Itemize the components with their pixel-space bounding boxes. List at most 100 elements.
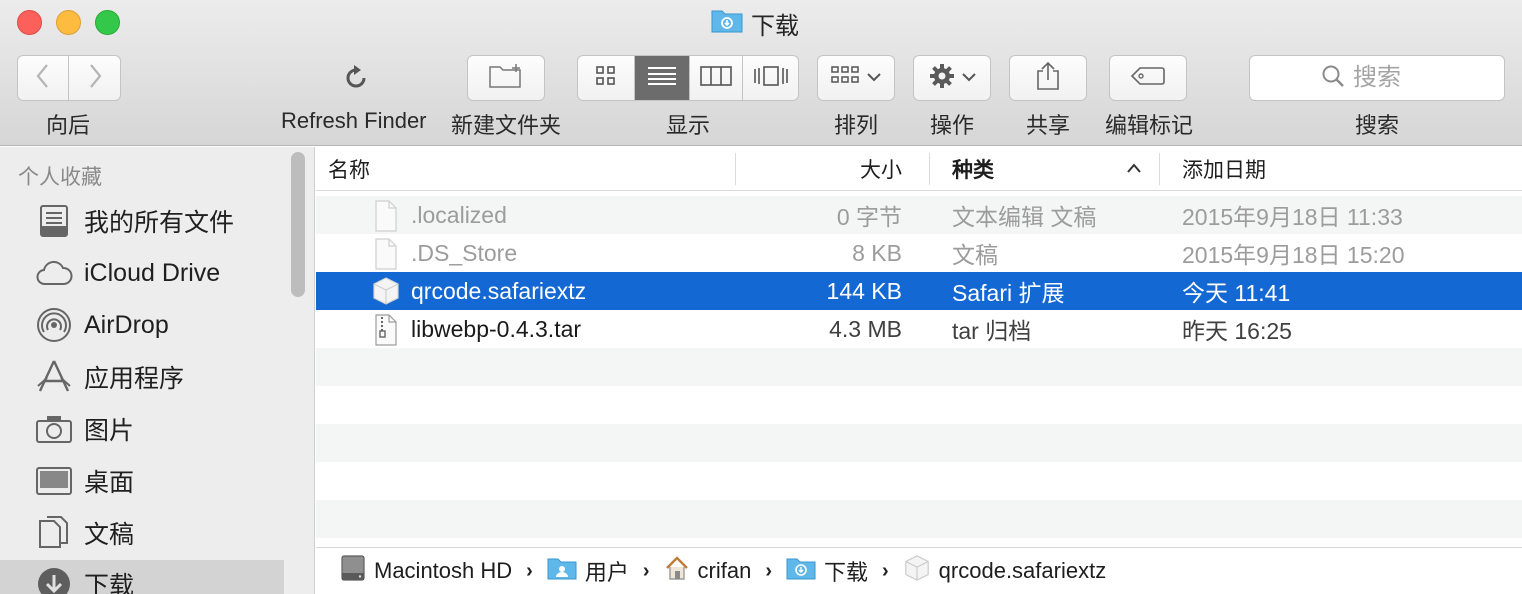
chevron-down-icon	[962, 69, 976, 87]
file-date-added: 今天 11:41	[1182, 280, 1291, 306]
share-label: 共享	[1026, 113, 1071, 138]
path-segment-file[interactable]: qrcode.safariextz	[903, 554, 1107, 588]
action-label: 操作	[930, 113, 975, 138]
path-separator: ›	[765, 559, 772, 582]
sidebar-item-label: 我的所有文件	[84, 209, 235, 237]
sidebar-item-downloads[interactable]: 下载	[0, 560, 284, 594]
new-folder-button[interactable]	[467, 55, 545, 101]
sidebar-scrollbar[interactable]	[291, 152, 305, 297]
file-row[interactable]: .localized 0 字节 文本编辑 文稿 2015年9月18日 11:33	[316, 196, 1522, 234]
file-kind: 文稿	[952, 242, 998, 268]
search-input[interactable]	[1353, 64, 1433, 92]
edit-tags-button[interactable]	[1109, 55, 1187, 101]
arrange-grid-icon	[831, 65, 861, 92]
sidebar-item-label: AirDrop	[84, 310, 169, 339]
sidebar: 个人收藏 我的所有文件 iCloud Drive AirDrop 应用程序 图片…	[0, 147, 315, 594]
sidebar-section-favorites: 个人收藏	[18, 166, 102, 189]
path-segment-label: Macintosh HD	[374, 558, 513, 583]
column-header-date-label: 添加日期	[1182, 159, 1266, 182]
column-view-button[interactable]	[690, 56, 743, 100]
download-icon	[34, 564, 74, 594]
chevron-right-icon	[87, 63, 103, 94]
sort-ascending-icon	[1126, 161, 1142, 179]
airdrop-icon	[34, 305, 74, 345]
close-window-button[interactable]	[17, 10, 42, 35]
view-mode-control	[577, 55, 799, 101]
downloads-folder-icon	[786, 556, 816, 586]
document-icon	[371, 200, 401, 232]
sidebar-item-documents[interactable]: 文稿	[0, 509, 284, 557]
safari-extension-icon	[903, 554, 931, 588]
window-title-text: 下载	[751, 12, 799, 40]
share-icon	[1036, 61, 1060, 96]
applications-icon	[34, 357, 74, 397]
file-list: 名称 大小 种类 添加日期 .localized 0 字节 文本编辑 文稿 20…	[316, 147, 1522, 547]
share-button[interactable]	[1009, 55, 1087, 101]
path-segment-downloads[interactable]: 下载	[786, 555, 868, 587]
refresh-button[interactable]	[341, 63, 371, 98]
file-row[interactable]: libwebp-0.4.3.tar 4.3 MB tar 归档 昨天 16:25	[316, 310, 1522, 348]
refresh-label: Refresh Finder	[281, 108, 427, 133]
desktop-icon	[34, 461, 74, 501]
list-icon	[647, 66, 677, 91]
sidebar-item-applications[interactable]: 应用程序	[0, 353, 284, 401]
sidebar-item-icloud-drive[interactable]: iCloud Drive	[0, 249, 284, 297]
cloud-icon	[34, 253, 74, 293]
minimize-window-button[interactable]	[56, 10, 81, 35]
gear-icon	[928, 62, 956, 95]
sidebar-item-desktop[interactable]: 桌面	[0, 457, 284, 505]
path-segment-macintosh-hd[interactable]: Macintosh HD	[340, 554, 512, 588]
chevron-left-icon	[35, 63, 51, 94]
sidebar-item-label: 应用程序	[84, 365, 185, 393]
grid-icon	[595, 65, 617, 92]
icon-view-button[interactable]	[578, 56, 635, 100]
chevron-down-icon	[867, 69, 881, 87]
sidebar-item-all-my-files[interactable]: 我的所有文件	[0, 197, 284, 245]
file-name: .DS_Store	[411, 239, 518, 266]
file-size: 0 字节	[836, 204, 902, 230]
file-row[interactable]: .DS_Store 8 KB 文稿 2015年9月18日 15:20	[316, 234, 1522, 272]
path-segment-label: 用户	[584, 560, 629, 585]
arrange-label: 排列	[834, 113, 879, 138]
column-header-size[interactable]: 大小	[736, 147, 902, 191]
finder-window: 下载 向后 Refresh Finder 新建文件夹 显示 排列 操作 共享 编…	[0, 0, 1522, 594]
search-field[interactable]	[1249, 55, 1505, 101]
columns-icon	[700, 65, 732, 91]
back-button[interactable]	[18, 56, 70, 100]
empty-row	[316, 424, 1522, 462]
forward-button[interactable]	[69, 56, 120, 100]
users-folder-icon	[547, 556, 577, 586]
arrange-button[interactable]	[817, 55, 895, 101]
cover-flow-view-button[interactable]	[743, 56, 798, 100]
path-segment-home[interactable]: crifan	[664, 555, 752, 587]
file-kind: tar 归档	[952, 318, 1032, 344]
search-icon	[1321, 64, 1345, 93]
file-date-added: 2015年9月18日 11:33	[1182, 204, 1403, 230]
file-name: libwebp-0.4.3.tar	[411, 315, 582, 342]
home-icon	[664, 555, 690, 587]
action-button[interactable]	[913, 55, 991, 101]
new-folder-icon	[488, 63, 524, 94]
path-segment-users[interactable]: 用户	[547, 555, 629, 587]
view-label: 显示	[666, 113, 711, 138]
path-bar: Macintosh HD › 用户 › crifan › 下载 › qrcode…	[316, 547, 1522, 594]
file-row[interactable]: qrcode.safariextz 144 KB Safari 扩展 今天 11…	[316, 272, 1522, 310]
cover-flow-icon	[753, 65, 789, 92]
zoom-window-button[interactable]	[95, 10, 120, 35]
edit-tags-label: 编辑标记	[1105, 113, 1194, 138]
file-date-added: 昨天 16:25	[1182, 318, 1292, 344]
column-header-name[interactable]: 名称	[328, 147, 370, 191]
column-header-kind[interactable]: 种类	[952, 147, 1142, 191]
path-segment-label: crifan	[697, 558, 752, 583]
path-segment-label: qrcode.safariextz	[938, 558, 1107, 583]
path-separator: ›	[526, 559, 533, 582]
file-kind: 文本编辑 文稿	[952, 204, 1097, 230]
column-header-date-added[interactable]: 添加日期	[1182, 147, 1266, 191]
sidebar-item-airdrop[interactable]: AirDrop	[0, 301, 284, 349]
sidebar-item-label: 文稿	[84, 521, 135, 549]
back-forward-control	[17, 55, 121, 101]
column-header-size-label: 大小	[860, 159, 902, 182]
sidebar-item-pictures[interactable]: 图片	[0, 405, 284, 453]
sidebar-item-label: 图片	[84, 417, 135, 445]
list-view-button[interactable]	[635, 56, 690, 100]
